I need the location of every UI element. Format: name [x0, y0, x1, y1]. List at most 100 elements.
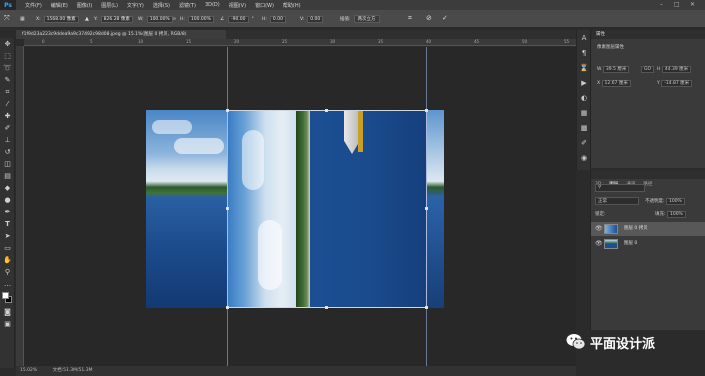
transform-handle[interactable] — [425, 109, 428, 112]
visibility-eye-icon[interactable]: 👁 — [595, 237, 603, 251]
opacity-input[interactable]: 100% — [665, 198, 685, 205]
menu-help[interactable]: 帮助(H) — [283, 2, 301, 9]
info-panel-icon[interactable]: ◉ — [577, 150, 591, 165]
y-input[interactable]: 826.28 像素 — [100, 15, 133, 23]
more-tools-icon[interactable]: … — [0, 278, 15, 290]
dodge-tool-icon[interactable]: ● — [0, 194, 15, 206]
v-skew-input[interactable]: 0.00 — [307, 15, 324, 23]
y-value[interactable]: -14.87 厘米 — [661, 80, 693, 87]
menu-filter[interactable]: 滤镜(T) — [179, 2, 196, 9]
link-icon[interactable]: ∞ — [172, 16, 176, 22]
transform-handle[interactable] — [425, 306, 428, 309]
crop-tool-icon[interactable]: ⌗ — [0, 86, 15, 98]
transform-handle[interactable] — [226, 306, 229, 309]
character-panel-icon[interactable]: A — [577, 30, 591, 45]
transform-handle[interactable] — [325, 306, 328, 309]
zoom-tool-icon[interactable]: ⚲ — [0, 266, 15, 278]
visibility-eye-icon[interactable]: 👁 — [595, 222, 603, 236]
color-swatches[interactable] — [0, 290, 14, 306]
angle-input[interactable]: -90.00 — [228, 15, 249, 23]
reference-point-icon[interactable]: ▦ — [20, 16, 25, 22]
eraser-tool-icon[interactable]: ◫ — [0, 158, 15, 170]
h-skew-input[interactable]: 0.00 — [269, 15, 286, 23]
height-input[interactable]: 100.00% — [187, 15, 214, 23]
document-tab[interactable]: f1f9d23a223c9ddea9a9c37492c98d08.jpeg @ … — [16, 30, 226, 39]
link-dimensions-button[interactable]: GO — [641, 66, 655, 73]
history-panel-icon[interactable]: ⌛ — [577, 60, 591, 75]
delta-icon[interactable]: ▲ — [85, 16, 89, 22]
vertical-skew: V: 0.00 — [300, 15, 324, 23]
type-tool-icon[interactable]: T — [0, 218, 15, 230]
blend-mode-select[interactable]: 正常 — [595, 197, 639, 205]
quick-mask-icon[interactable]: ◙ — [0, 306, 15, 318]
shape-tool-icon[interactable]: ▭ — [0, 242, 15, 254]
opacity-control: 不透明度: 100% — [645, 198, 685, 205]
left-image-layer[interactable] — [146, 110, 228, 308]
properties-subtitle: 像素图层属性 — [597, 45, 624, 50]
swatches-panel-icon[interactable]: ▩ — [577, 120, 591, 135]
transform-handle[interactable] — [226, 207, 229, 210]
lasso-tool-icon[interactable]: ➰ — [0, 62, 15, 74]
marquee-tool-icon[interactable]: ⬚ — [0, 50, 15, 62]
foreground-color-swatch[interactable] — [2, 292, 9, 299]
fill-input[interactable]: 100% — [666, 211, 686, 218]
panel-icon-strip: A ¶ ⌛ ▶ ◐ ▦ ▩ ✐ ◉ — [576, 30, 590, 170]
interpolation-select[interactable]: 两次立方 — [353, 15, 380, 23]
transform-handle[interactable] — [226, 109, 229, 112]
canvas-area[interactable] — [24, 47, 576, 366]
cancel-transform-icon[interactable]: ⊘ — [426, 14, 432, 22]
quick-select-tool-icon[interactable]: ✎ — [0, 74, 15, 86]
document-size: 文档:51.3M/51.3M — [52, 368, 93, 373]
brush-tool-icon[interactable]: ✐ — [0, 122, 15, 134]
blur-tool-icon[interactable]: ◆ — [0, 182, 15, 194]
layer-name[interactable]: 图层 0 — [624, 237, 637, 251]
maximize-icon[interactable]: □ — [674, 1, 680, 8]
path-select-tool-icon[interactable]: ➤ — [0, 230, 15, 242]
layer-kind-filter[interactable]: ⚲ — [595, 184, 645, 192]
minimize-icon[interactable]: – — [660, 1, 663, 8]
menu-type[interactable]: 文字(Y) — [127, 2, 144, 9]
stamp-tool-icon[interactable]: ⊥ — [0, 134, 15, 146]
adjustments-panel-icon[interactable]: ◐ — [577, 90, 591, 105]
x-value[interactable]: 12.67 厘米 — [601, 80, 631, 87]
layer-row[interactable]: 👁 图层 0 拷贝 — [591, 222, 705, 236]
zoom-level[interactable]: 15.02% — [20, 368, 37, 373]
paragraph-panel-icon[interactable]: ¶ — [577, 45, 591, 60]
close-icon[interactable]: ✕ — [690, 1, 695, 8]
horizontal-skew: H: 0.00 — [262, 15, 286, 23]
commit-transform-icon[interactable]: ✓ — [442, 14, 448, 22]
transform-handle[interactable] — [425, 207, 428, 210]
menu-file[interactable]: 文件(F) — [25, 2, 42, 9]
menu-image[interactable]: 图像(I) — [77, 2, 92, 9]
actions-panel-icon[interactable]: ▶ — [577, 75, 591, 90]
x-input[interactable]: 1568.00 像素 — [43, 15, 79, 23]
transform-bounding-box[interactable] — [227, 110, 427, 308]
move-tool-icon[interactable]: ✥ — [0, 38, 15, 50]
healing-brush-icon[interactable]: ✚ — [0, 110, 15, 122]
menu-edit[interactable]: 编辑(E) — [51, 2, 68, 9]
menu-3d[interactable]: 3D(D) — [205, 2, 220, 8]
pen-tool-icon[interactable]: ✒ — [0, 206, 15, 218]
height-value[interactable]: 44.39 厘米 — [661, 66, 692, 73]
layer-row[interactable]: 👁 图层 0 — [591, 237, 705, 251]
width-value[interactable]: 39.5 厘米 — [602, 66, 630, 73]
menu-layer[interactable]: 图层(L) — [101, 2, 118, 9]
brush-panel-icon[interactable]: ✐ — [577, 135, 591, 150]
history-brush-icon[interactable]: ↺ — [0, 146, 15, 158]
width-input[interactable]: 100.00% — [146, 15, 173, 23]
layer-name[interactable]: 图层 0 拷贝 — [624, 222, 648, 236]
transform-handle[interactable] — [325, 109, 328, 112]
screen-mode-icon[interactable]: ▣ — [0, 318, 15, 330]
menu-window[interactable]: 窗口(W) — [255, 2, 274, 9]
warp-mode-icon[interactable]: ⌗ — [408, 14, 412, 23]
fill-control: 填充: 100% — [655, 211, 686, 218]
properties-tab[interactable]: 属性 — [591, 30, 705, 39]
eyedropper-tool-icon[interactable]: ⁄ — [0, 98, 15, 110]
menu-view[interactable]: 视图(V) — [229, 2, 246, 9]
angle-icon: ∠ — [220, 16, 225, 22]
menu-select[interactable]: 选择(S) — [153, 2, 170, 9]
status-bar: 15.02% 文档:51.3M/51.3M — [16, 366, 576, 376]
gradient-tool-icon[interactable]: ▤ — [0, 170, 15, 182]
styles-panel-icon[interactable]: ▦ — [577, 105, 591, 120]
hand-tool-icon[interactable]: ✋ — [0, 254, 15, 266]
